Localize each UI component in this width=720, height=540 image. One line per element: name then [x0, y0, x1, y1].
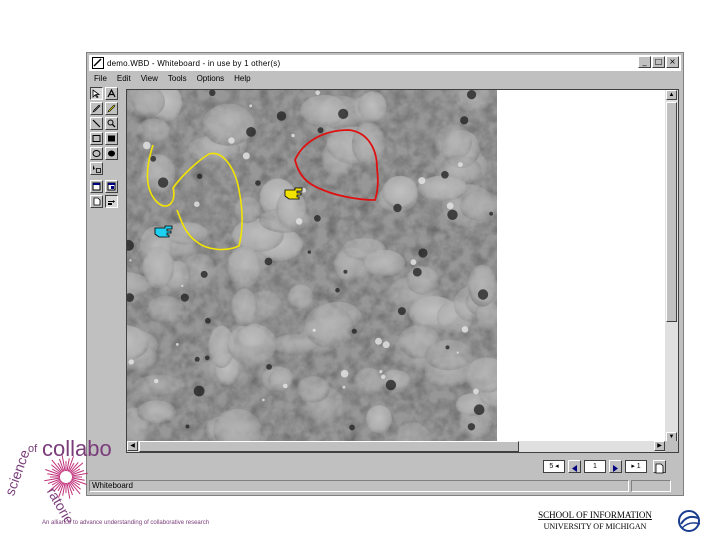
- rectangle-filled-tool[interactable]: [105, 132, 118, 145]
- microscopy-image: [127, 90, 497, 442]
- ellipse-outline-icon: [92, 150, 101, 157]
- menu-edit[interactable]: Edit: [112, 74, 136, 83]
- rectangle-outline-icon: [92, 135, 101, 142]
- remote-pointer-tool[interactable]: [90, 162, 103, 175]
- select-arrow-tool[interactable]: [90, 87, 103, 100]
- menu-tools[interactable]: Tools: [163, 74, 192, 83]
- window-controls: _ □ ×: [637, 56, 679, 68]
- page-number-field[interactable]: 1: [584, 459, 606, 473]
- menu-view[interactable]: View: [136, 74, 163, 83]
- science-of-collaboratories-logo: science of collabo ratories: [6, 436, 112, 522]
- whiteboard-canvas[interactable]: ▲ ▼ ◀ ▶: [126, 89, 679, 453]
- menu-file[interactable]: File: [89, 74, 112, 83]
- window-frame-icon: [92, 182, 101, 191]
- highlighter-icon: [107, 104, 116, 113]
- title-bar[interactable]: demo.WBD - Whiteboard - in use by 1 othe…: [89, 55, 681, 71]
- university-name: UNIVERSITY OF MICHIGAN: [543, 522, 647, 531]
- menu-bar: File Edit View Tools Options Help: [89, 72, 681, 85]
- vertical-scrollbar[interactable]: ▲ ▼: [665, 90, 678, 442]
- text-a-icon: [107, 89, 116, 98]
- right-triangle-icon: [613, 464, 618, 472]
- svg-text:ratories: ratories: [44, 485, 81, 522]
- university-globe-icon: [678, 510, 701, 532]
- horizontal-scrollbar[interactable]: ◀ ▶: [127, 441, 665, 452]
- pen-tool[interactable]: [90, 102, 103, 115]
- pointer-box-icon: [93, 165, 101, 173]
- line-icon: [92, 119, 101, 128]
- remote-pointer-alt-tool[interactable]: [105, 195, 118, 208]
- insert-page-tool[interactable]: [90, 195, 103, 208]
- whiteboard-window: demo.WBD - Whiteboard - in use by 1 othe…: [86, 52, 684, 496]
- previous-page-count: 5 ◂: [543, 459, 565, 473]
- ellipse-filled-tool[interactable]: [105, 147, 118, 160]
- ellipse-filled-icon: [108, 150, 115, 157]
- new-page-button[interactable]: [653, 459, 666, 473]
- synchronize-tool[interactable]: [105, 180, 118, 193]
- close-button[interactable]: ×: [666, 56, 679, 68]
- whiteboard-app-icon: [92, 57, 104, 69]
- zoom-tool[interactable]: [105, 117, 118, 130]
- page-navigation: 5 ◂ 1 ▸ 1: [543, 459, 666, 473]
- menu-help[interactable]: Help: [229, 74, 255, 83]
- line-tool[interactable]: [90, 117, 103, 130]
- next-page-button[interactable]: [609, 459, 622, 473]
- hand-pointer-icon: [108, 200, 115, 205]
- sync-window-icon: [107, 182, 116, 191]
- rectangle-filled-icon: [108, 135, 115, 142]
- scroll-up-button[interactable]: ▲: [666, 90, 677, 100]
- school-signature: SCHOOL OF INFORMATION UNIVERSITY OF MICH…: [520, 510, 670, 532]
- previous-page-button[interactable]: [568, 459, 581, 473]
- menu-options[interactable]: Options: [192, 74, 230, 83]
- pencil-icon: [92, 104, 101, 113]
- school-name: SCHOOL OF INFORMATION: [538, 510, 652, 520]
- arrow-cursor-icon: [92, 89, 101, 98]
- horizontal-scroll-thumb[interactable]: [139, 441, 519, 452]
- window-title: demo.WBD - Whiteboard - in use by 1 othe…: [107, 58, 281, 68]
- left-triangle-icon: [572, 464, 577, 472]
- zoom-icon: [107, 119, 116, 128]
- svg-text:collabo: collabo: [42, 436, 112, 461]
- svg-text:of: of: [28, 443, 38, 455]
- page-icon: [93, 197, 101, 206]
- lock-contents-tool[interactable]: [90, 180, 103, 193]
- logo-tagline: An alliance to advance understanding of …: [42, 520, 210, 526]
- status-extra: [631, 480, 671, 492]
- scroll-right-button[interactable]: ▶: [654, 441, 665, 451]
- next-page-count: ▸ 1: [625, 459, 647, 473]
- scroll-corner: [665, 441, 678, 452]
- maximize-button[interactable]: □: [652, 56, 665, 68]
- ellipse-outline-tool[interactable]: [90, 147, 103, 160]
- blank-page-icon: [655, 463, 664, 473]
- vertical-scroll-thumb[interactable]: [666, 102, 677, 322]
- rectangle-outline-tool[interactable]: [90, 132, 103, 145]
- text-tool[interactable]: [105, 87, 118, 100]
- minimize-button[interactable]: _: [638, 56, 651, 68]
- status-bar: Whiteboard: [89, 479, 681, 493]
- highlighter-tool[interactable]: [105, 102, 118, 115]
- status-text: Whiteboard: [89, 480, 629, 492]
